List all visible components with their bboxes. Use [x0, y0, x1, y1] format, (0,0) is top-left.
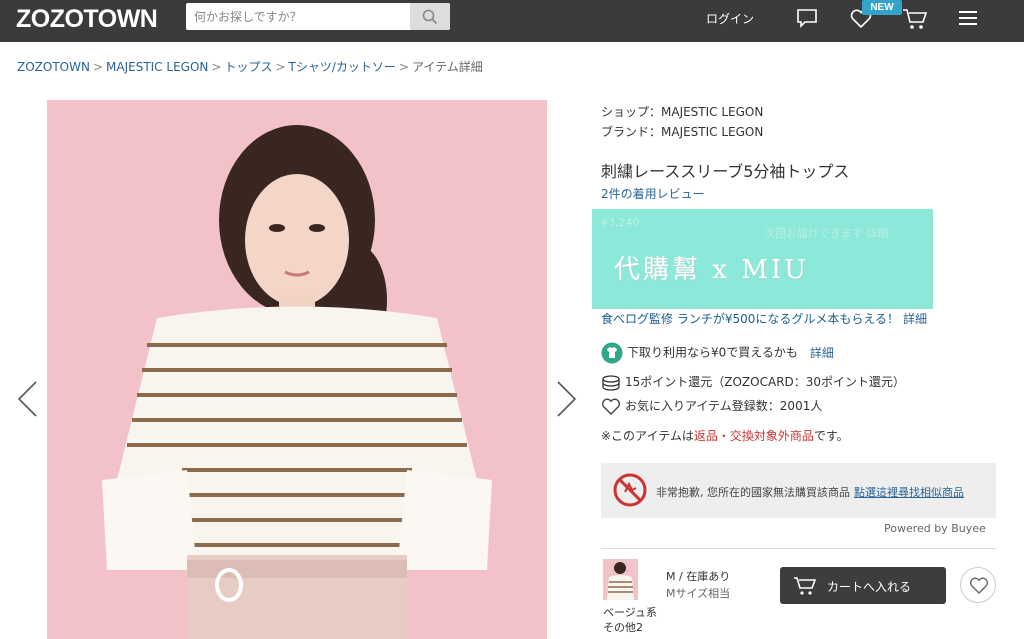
product-photo [47, 100, 547, 639]
color-name: ベージュ系 [603, 606, 658, 619]
size-info: M / 在庫あり Mサイズ相当 [666, 568, 730, 602]
tradein-line: 下取り利用なら¥0で買えるかも 詳細 [601, 342, 834, 364]
tradein-text: 下取り利用なら¥0で買えるかも [627, 345, 798, 360]
tradein-detail-link[interactable]: 詳細 [810, 346, 834, 360]
breadcrumb-separator: > [211, 60, 222, 74]
breadcrumb-brand[interactable]: MAJESTIC LEGON [106, 60, 208, 74]
shop-name: ショップ：MAJESTIC LEGON [601, 105, 764, 119]
product-title: 刺繍レーススリーブ5分袖トップス [601, 162, 850, 181]
product-image[interactable] [47, 100, 547, 639]
heart-icon [969, 577, 989, 594]
return-policy-link[interactable]: 返品・交換対象外商品 [694, 429, 814, 443]
coins-icon [602, 374, 620, 391]
favorites-text: お気に入りアイテム登録数：2001人 [625, 399, 823, 413]
notice-line: ※このアイテムは返品・交換対象外商品です。 [601, 427, 849, 444]
watermark-overlay: ¥3,240 次回お届けできます 詳細 代購幫 x MIU [592, 209, 933, 309]
new-badge: NEW [862, 0, 902, 15]
buyee-message: 非常抱歉, 您所在的國家無法購買該商品 [656, 486, 850, 499]
points-text: 15ポイント還元（ZOZOCARD：30ポイント還元） [625, 375, 906, 389]
breadcrumb-subcategory[interactable]: Tシャツ/カットソー [289, 60, 396, 74]
size-note: Mサイズ相当 [666, 587, 731, 600]
brand-name: ブランド：MAJESTIC LEGON [601, 125, 764, 139]
breadcrumb-category[interactable]: トップス [224, 60, 272, 74]
breadcrumb-separator: > [275, 60, 286, 74]
breadcrumb-home[interactable]: ZOZOTOWN [17, 60, 90, 74]
login-link[interactable]: ログイン [706, 10, 754, 27]
breadcrumb: ZOZOTOWN > MAJESTIC LEGON > トップス > Tシャツ/カットソー >… [17, 58, 483, 75]
promo-banner[interactable]: 食べログ監修 ランチが¥500になるグルメ本もらえる！ 詳細 [601, 310, 927, 327]
notice-prefix: ※このアイテムは [601, 429, 694, 443]
no-shipping-icon [613, 473, 647, 507]
buyee-message-line: 非常抱歉, 您所在的國家無法購買該商品 點選這裡尋找相似商品 [656, 484, 964, 500]
zozotown-logo[interactable]: ZOZOTOWN [16, 5, 158, 34]
search-input[interactable] [186, 3, 408, 30]
search-icon [422, 9, 438, 25]
price-faint: ¥3,240 [601, 216, 640, 229]
divider [601, 548, 996, 549]
chat-icon[interactable] [796, 7, 818, 29]
cart-icon [794, 577, 817, 595]
breadcrumb-separator: > [92, 60, 104, 74]
promo-detail-link[interactable]: 詳細 [903, 312, 927, 326]
color-other[interactable]: その他2 [603, 620, 657, 635]
points-line: 15ポイント還元（ZOZOCARD：30ポイント還元） [601, 373, 905, 391]
cart-icon[interactable] [902, 7, 928, 31]
add-to-cart-button[interactable]: カートへ入れる [780, 567, 946, 604]
heart-outline-icon[interactable] [601, 398, 621, 416]
notice-suffix: です。 [813, 429, 849, 443]
hamburger-menu-icon[interactable] [958, 10, 978, 26]
color-label: ベージュ系 その他2 [603, 605, 657, 635]
powered-by-buyee: Powered by Buyee [884, 522, 986, 535]
price-note-faint: 次回お届けできます 詳細 [764, 227, 889, 240]
buyee-notice: 非常抱歉, 您所在的國家無法購買該商品 點選這裡尋找相似商品 [601, 463, 996, 518]
chevron-left-icon[interactable] [16, 380, 38, 418]
watermark-text: 代購幫 x MIU [614, 255, 809, 285]
thumbnail-image [603, 559, 638, 600]
breadcrumb-separator: > [398, 60, 409, 74]
chevron-right-icon[interactable] [556, 380, 578, 418]
breadcrumb-current: アイテム詳細 [411, 60, 483, 74]
favorites-line: お気に入りアイテム登録数：2001人 [601, 397, 822, 416]
buyee-similar-link[interactable]: 點選這裡尋找相似商品 [854, 486, 964, 499]
tshirt-icon [601, 342, 623, 364]
top-header: ZOZOTOWN ログイン NEW [0, 0, 1024, 42]
add-to-cart-label: カートへ入れる [827, 580, 912, 594]
promo-text: 食べログ監修 ランチが¥500になるグルメ本もらえる！ [601, 312, 899, 326]
review-link[interactable]: 2件の着用レビュー [601, 185, 705, 202]
size-stock: M / 在庫あり [666, 570, 731, 583]
search-button[interactable] [410, 3, 450, 30]
color-thumbnail[interactable] [603, 559, 638, 600]
favorite-button[interactable] [960, 567, 996, 603]
